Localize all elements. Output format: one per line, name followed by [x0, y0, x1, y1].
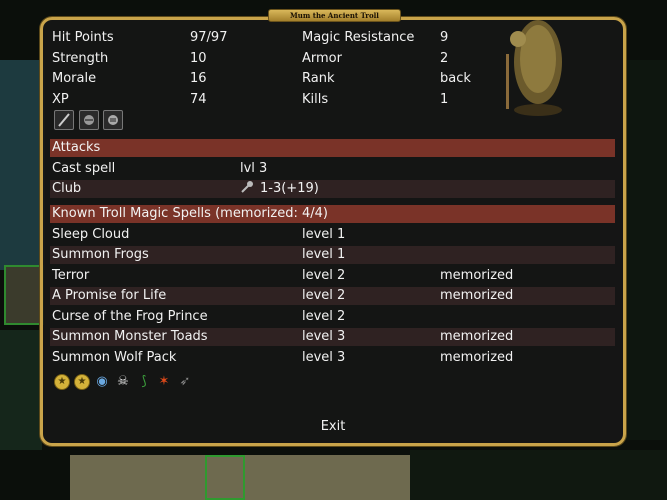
stat-label: Armor [302, 51, 342, 66]
stat-label: Kills [302, 92, 329, 107]
fire-icon[interactable]: ✶ [156, 374, 172, 390]
spell-status: memorized [440, 268, 514, 283]
stat-value: 97/97 [190, 30, 228, 45]
attack-value: 1-3(+19) [260, 181, 319, 196]
spell-level: level 3 [302, 350, 346, 365]
stat-value: 1 [440, 92, 449, 107]
spell-level: level 3 [302, 329, 346, 344]
star-icon[interactable]: ★ [54, 374, 70, 390]
stat-value: 9 [440, 30, 449, 45]
helmet-icon[interactable] [79, 110, 99, 130]
skull-icon[interactable]: ☠ [115, 374, 131, 390]
stat-value: back [440, 71, 471, 86]
table-row [50, 180, 615, 198]
claw-icon[interactable]: ⟆ [136, 374, 152, 390]
spell-name: Curse of the Frog Prince [52, 309, 208, 324]
spells-header: Known Troll Magic Spells (memorized: 4/4… [52, 206, 328, 221]
spell-status: memorized [440, 329, 514, 344]
spell-level: level 2 [302, 268, 346, 283]
bird-icon[interactable]: ➶ [177, 374, 193, 390]
spell-name: A Promise for Life [52, 288, 167, 303]
map-tile-forest [0, 330, 42, 450]
spell-name: Summon Frogs [52, 247, 149, 262]
staff-icon[interactable] [54, 110, 74, 130]
attack-value: lvl 3 [240, 161, 268, 176]
spell-name: Sleep Cloud [52, 227, 130, 242]
spell-level: level 1 [302, 227, 346, 242]
stat-value: 2 [440, 51, 449, 66]
armor-icon[interactable] [103, 110, 123, 130]
stat-label: Morale [52, 71, 97, 86]
eye-icon[interactable]: ◉ [94, 374, 110, 390]
stat-value: 10 [190, 51, 207, 66]
club-icon [240, 180, 254, 199]
stat-label: Rank [302, 71, 335, 86]
exit-button[interactable]: Exit [308, 417, 358, 437]
stat-label: XP [52, 92, 69, 107]
spell-name: Summon Wolf Pack [52, 350, 177, 365]
spell-name: Terror [52, 268, 90, 283]
stat-label: Hit Points [52, 30, 114, 45]
attack-name: Club [52, 181, 82, 196]
map-tile-forest [410, 450, 667, 500]
troll-portrait [506, 20, 562, 116]
spell-status: memorized [440, 350, 514, 365]
spell-status: memorized [440, 288, 514, 303]
map-unit-marker [4, 265, 44, 325]
map-tile-water [0, 60, 45, 270]
attacks-header-band [50, 139, 615, 157]
stat-value: 74 [190, 92, 207, 107]
map-unit-marker [205, 455, 245, 500]
spell-name: Summon Monster Toads [52, 329, 208, 344]
stat-label: Magic Resistance [302, 30, 415, 45]
spell-level: level 2 [302, 288, 346, 303]
stat-value: 16 [190, 71, 207, 86]
attack-name: Cast spell [52, 161, 116, 176]
window-title: Mum the Ancient Troll [268, 9, 401, 22]
stat-label: Strength [52, 51, 109, 66]
spell-level: level 2 [302, 309, 346, 324]
attacks-header: Attacks [52, 140, 101, 155]
star-icon[interactable]: ★ [74, 374, 90, 390]
spell-level: level 1 [302, 247, 346, 262]
